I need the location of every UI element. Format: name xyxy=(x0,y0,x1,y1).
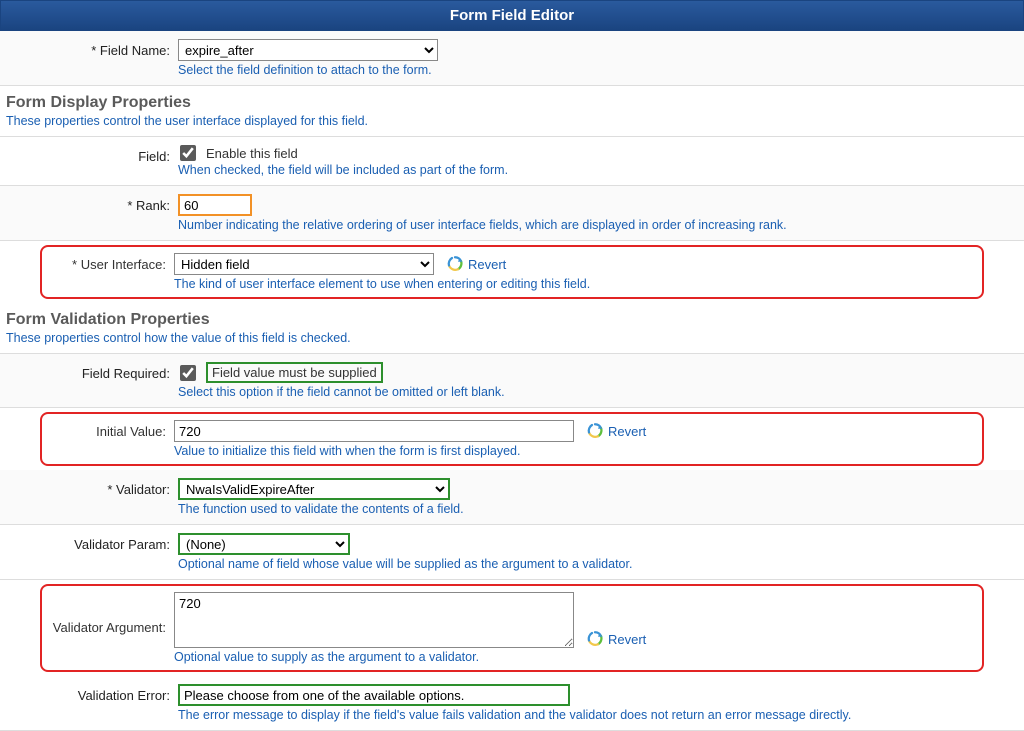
enable-field-help: When checked, the field will be included… xyxy=(178,163,1018,177)
validation-error-input[interactable] xyxy=(178,684,570,706)
initial-value-label: Initial Value: xyxy=(96,424,166,439)
rank-input[interactable] xyxy=(178,194,252,216)
validator-param-select[interactable]: (None) xyxy=(178,533,350,555)
validation-section-desc: These properties control how the value o… xyxy=(0,329,1024,354)
validation-error-label: Validation Error: xyxy=(78,688,170,703)
field-name-help: Select the field definition to attach to… xyxy=(178,63,1018,77)
ui-revert-link[interactable]: Revert xyxy=(446,255,506,273)
row-validation-error: Validation Error: The error message to d… xyxy=(0,676,1024,731)
row-validator-argument: Validator Argument: Revert Optional valu… xyxy=(40,584,984,672)
initial-value-revert-link[interactable]: Revert xyxy=(586,422,646,440)
validator-select[interactable]: NwaIsValidExpireAfter xyxy=(178,478,450,500)
validator-param-help: Optional name of field whose value will … xyxy=(178,557,1018,571)
row-field-name: * Field Name: expire_after Select the fi… xyxy=(0,31,1024,86)
validation-error-help: The error message to display if the fiel… xyxy=(178,708,1018,722)
field-required-help: Select this option if the field cannot b… xyxy=(178,385,1018,399)
field-required-checkbox-label: Field value must be supplied xyxy=(206,362,383,383)
validator-label: Validator: xyxy=(116,482,170,497)
display-section-desc: These properties control the user interf… xyxy=(0,112,1024,137)
initial-value-help: Value to initialize this field with when… xyxy=(174,444,976,458)
enable-field-checkbox[interactable] xyxy=(180,145,196,161)
rank-help: Number indicating the relative ordering … xyxy=(178,218,1018,232)
row-field-required: Field Required: Field value must be supp… xyxy=(0,354,1024,408)
page-title: Form Field Editor xyxy=(0,0,1024,31)
validator-arg-label: Validator Argument: xyxy=(53,620,166,635)
validation-section-title: Form Validation Properties xyxy=(0,303,1024,329)
row-rank: * Rank: Number indicating the relative o… xyxy=(0,186,1024,241)
ui-help: The kind of user interface element to us… xyxy=(174,277,976,291)
row-validator-param: Validator Param: (None) Optional name of… xyxy=(0,525,1024,580)
enable-field-label: Field: xyxy=(138,149,170,164)
validator-arg-revert-link[interactable]: Revert xyxy=(586,630,646,648)
ui-label: User Interface: xyxy=(81,257,166,272)
row-enable-field: Field: Enable this field When checked, t… xyxy=(0,137,1024,186)
validator-param-label: Validator Param: xyxy=(74,537,170,552)
rank-label: Rank: xyxy=(136,198,170,213)
revert-icon xyxy=(446,255,464,273)
field-name-label: Field Name: xyxy=(100,43,170,58)
enable-field-checkbox-label: Enable this field xyxy=(206,146,298,161)
row-user-interface: * User Interface: Hidden field Revert Th… xyxy=(40,245,984,299)
row-validator: * Validator: NwaIsValidExpireAfter The f… xyxy=(0,470,1024,525)
revert-icon xyxy=(586,630,604,648)
field-required-label: Field Required: xyxy=(82,366,170,381)
validator-help: The function used to validate the conten… xyxy=(178,502,1018,516)
revert-icon xyxy=(586,422,604,440)
display-section-title: Form Display Properties xyxy=(0,86,1024,112)
validator-arg-help: Optional value to supply as the argument… xyxy=(174,650,976,664)
validator-arg-textarea[interactable] xyxy=(174,592,574,648)
field-required-checkbox[interactable] xyxy=(180,365,196,381)
row-initial-value: Initial Value: Revert Value to initializ… xyxy=(40,412,984,466)
initial-value-input[interactable] xyxy=(174,420,574,442)
ui-select[interactable]: Hidden field xyxy=(174,253,434,275)
field-name-select[interactable]: expire_after xyxy=(178,39,438,61)
